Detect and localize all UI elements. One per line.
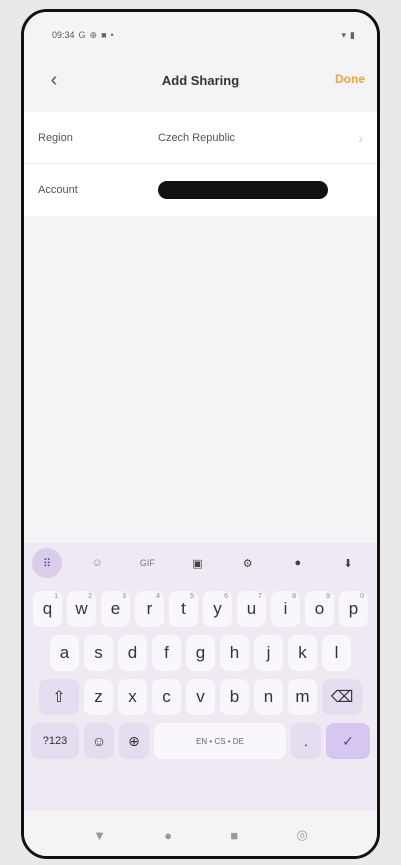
back-button[interactable]: ‹ bbox=[42, 68, 66, 92]
battery-icon: ▮ bbox=[350, 29, 355, 40]
key-m[interactable]: m bbox=[288, 679, 317, 715]
key-q[interactable]: q1 bbox=[33, 591, 62, 627]
key-row-2: a s d f g h j k l bbox=[24, 635, 377, 671]
period-key[interactable]: . bbox=[291, 723, 321, 759]
key-h[interactable]: h bbox=[220, 635, 249, 671]
key-t[interactable]: t5 bbox=[169, 591, 198, 627]
nav-bar: ‹ Add Sharing Done bbox=[24, 58, 377, 102]
key-k[interactable]: k bbox=[288, 635, 317, 671]
key-x[interactable]: x bbox=[118, 679, 147, 715]
key-c[interactable]: c bbox=[152, 679, 181, 715]
key-l[interactable]: l bbox=[322, 635, 351, 671]
clipboard-icon[interactable]: ▣ bbox=[182, 548, 212, 578]
key-z[interactable]: z bbox=[84, 679, 113, 715]
page-title: Add Sharing bbox=[161, 72, 240, 88]
status-right: ▾ ▮ bbox=[342, 30, 355, 41]
status-bar: 09:34 G ⊕ ■ • ▾ ▮ bbox=[24, 12, 377, 58]
key-j[interactable]: j bbox=[254, 635, 283, 671]
enter-key[interactable]: ✓ bbox=[326, 723, 370, 759]
wifi-icon: ▾ bbox=[341, 29, 347, 40]
account-label: Account bbox=[38, 184, 78, 196]
emoji-key[interactable]: ☺ bbox=[84, 723, 114, 759]
key-y[interactable]: y6 bbox=[203, 591, 232, 627]
key-d[interactable]: d bbox=[118, 635, 147, 671]
key-r[interactable]: r4 bbox=[135, 591, 164, 627]
mic-icon[interactable]: ⬇ bbox=[333, 548, 363, 578]
key-row-3: ⇧ z x c v b n m ⌫ bbox=[24, 679, 377, 715]
region-label: Region bbox=[38, 131, 73, 144]
account-row: Account bbox=[24, 164, 377, 216]
key-o[interactable]: o9 bbox=[305, 591, 334, 627]
shift-key[interactable]: ⇧ bbox=[39, 679, 79, 715]
key-row-4: ?123 ☺ ⊕ EN • CS • DE . ✓ bbox=[24, 723, 377, 759]
key-row-1: q1 w2 e3 r4 t5 y6 u7 i8 o9 p0 bbox=[24, 591, 377, 627]
key-i[interactable]: i8 bbox=[271, 591, 300, 627]
key-p[interactable]: p0 bbox=[339, 591, 368, 627]
globe-icon[interactable]: ⊕ bbox=[119, 723, 149, 759]
chevron-left-icon: ‹ bbox=[50, 68, 58, 91]
sharing-form: Region Czech Republic › Account bbox=[24, 112, 377, 216]
key-v[interactable]: v bbox=[186, 679, 215, 715]
key-u[interactable]: u7 bbox=[237, 591, 266, 627]
location-icon: ⊕ bbox=[89, 29, 98, 40]
accessibility-icon[interactable]: ◎ bbox=[297, 827, 308, 843]
apps-icon[interactable]: ⠿ bbox=[32, 548, 62, 578]
settings-icon[interactable]: ⚙ bbox=[233, 548, 263, 578]
google-icon: G bbox=[78, 30, 86, 40]
phone-frame: 09:34 G ⊕ ■ • ▾ ▮ ‹ Add Sharing Done Reg… bbox=[21, 9, 380, 859]
numbers-key[interactable]: ?123 bbox=[31, 723, 79, 759]
key-e[interactable]: e3 bbox=[101, 591, 130, 627]
key-s[interactable]: s bbox=[84, 635, 113, 671]
key-a[interactable]: a bbox=[50, 635, 79, 671]
status-left: 09:34 G ⊕ ■ • bbox=[52, 30, 114, 41]
recents-icon[interactable]: ■ bbox=[230, 828, 238, 843]
key-b[interactable]: b bbox=[220, 679, 249, 715]
keyboard: ⠿ ☺ GIF ▣ ⚙ ● ⬇ q1 w2 e3 r4 t5 y6 u7 i8 … bbox=[24, 543, 377, 811]
system-nav-bar: ▼ ● ■ ◎ bbox=[24, 811, 377, 856]
dot-icon: • bbox=[110, 30, 114, 40]
notification-icon: ■ bbox=[101, 30, 107, 40]
sticker-icon[interactable]: ☺ bbox=[82, 548, 112, 578]
key-n[interactable]: n bbox=[254, 679, 283, 715]
region-row[interactable]: Region Czech Republic › bbox=[24, 112, 377, 164]
palette-icon[interactable]: ● bbox=[283, 548, 313, 578]
chevron-right-icon: › bbox=[358, 129, 363, 146]
home-icon[interactable]: ● bbox=[164, 828, 172, 843]
content-area bbox=[24, 218, 377, 543]
key-g[interactable]: g bbox=[186, 635, 215, 671]
region-value: Czech Republic bbox=[158, 131, 236, 144]
keyboard-toolbar: ⠿ ☺ GIF ▣ ⚙ ● ⬇ bbox=[24, 543, 377, 583]
backspace-key[interactable]: ⌫ bbox=[322, 679, 362, 715]
done-button[interactable]: Done bbox=[335, 72, 365, 86]
status-time: 09:34 bbox=[52, 30, 75, 40]
key-f[interactable]: f bbox=[152, 635, 181, 671]
system-back-icon[interactable]: ▼ bbox=[93, 828, 106, 843]
gif-button[interactable]: GIF bbox=[132, 548, 162, 578]
account-input[interactable] bbox=[158, 181, 328, 199]
key-w[interactable]: w2 bbox=[67, 591, 96, 627]
space-key[interactable]: EN • CS • DE bbox=[154, 723, 286, 759]
